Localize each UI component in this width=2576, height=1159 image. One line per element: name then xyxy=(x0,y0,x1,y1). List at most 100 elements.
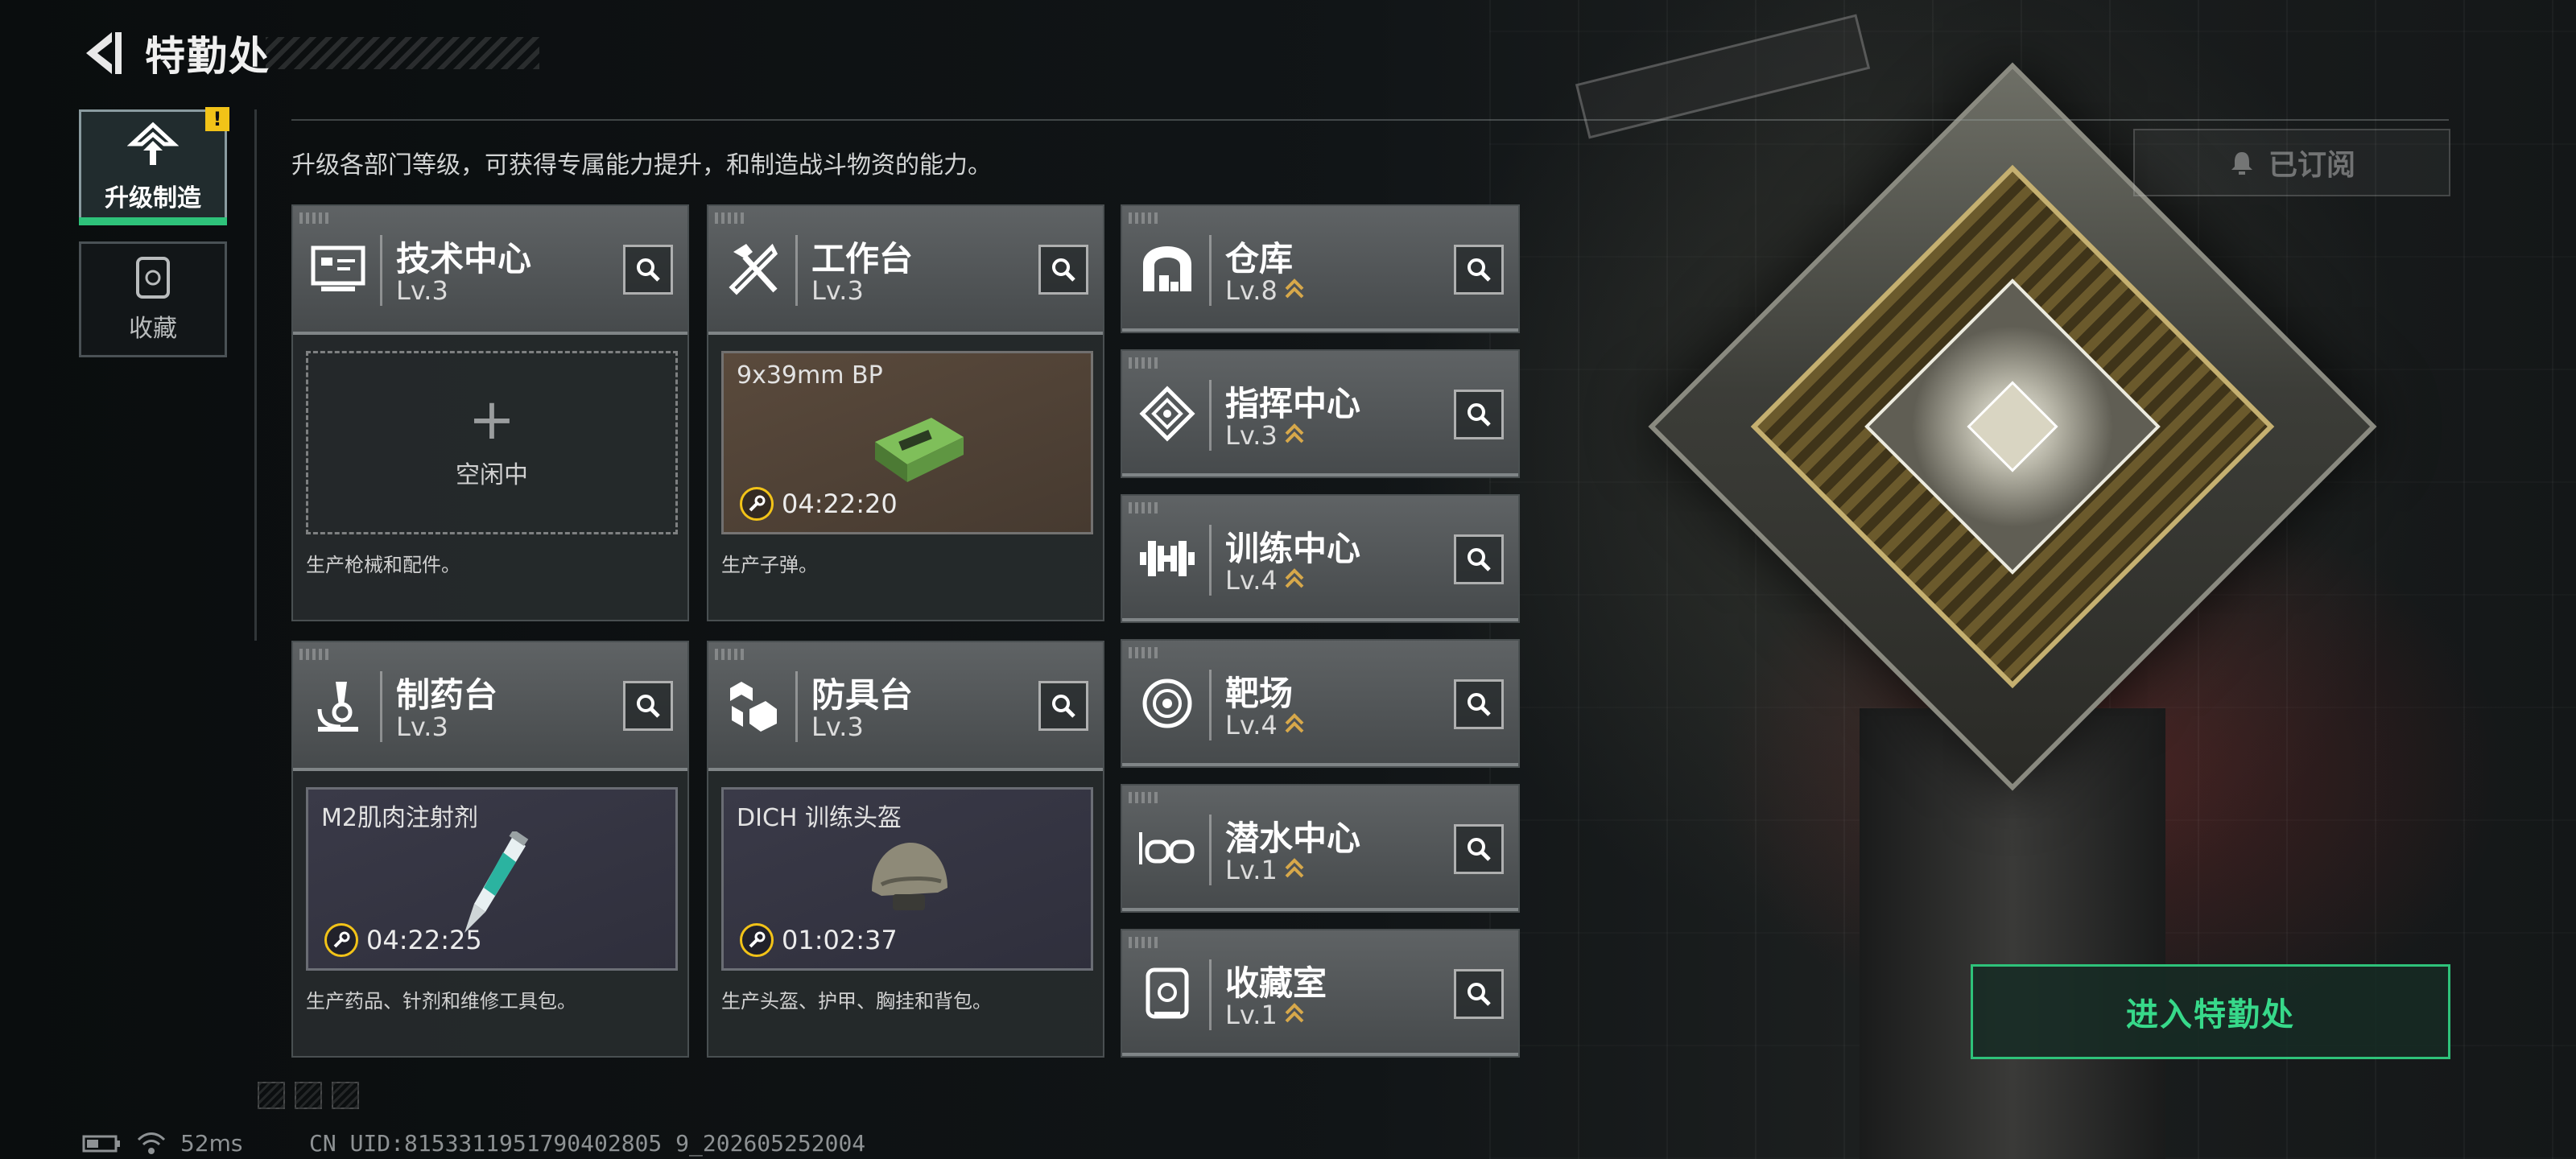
upgrade-icon xyxy=(127,122,179,165)
facility-card-armor-bench[interactable]: 防具台 Lv.3 DICH 训练头盔 01:02:37 生产头盔、护甲、胸挂和背… xyxy=(707,641,1104,1058)
facility-level: Lv.1 xyxy=(1225,855,1305,885)
production-slot[interactable]: DICH 训练头盔 01:02:37 xyxy=(721,787,1093,971)
page-description: 升级各部门等级，可获得专属能力提升，和制造战斗物资的能力。 xyxy=(291,151,992,179)
upgrade-chevron-icon xyxy=(1285,423,1304,443)
search-button[interactable] xyxy=(623,681,673,731)
command-icon xyxy=(1137,383,1198,444)
production-slot[interactable]: M2肌肉注射剂 04:22:25 xyxy=(306,787,678,971)
subscribed-button[interactable]: 已订阅 xyxy=(2133,129,2450,196)
facility-card-training-center[interactable]: 训练中心 Lv.4 xyxy=(1121,494,1520,623)
side-nav: ! 升级制造 收藏 xyxy=(79,107,229,373)
upgrade-chevron-icon xyxy=(1285,1003,1304,1023)
facility-description: 生产头盔、护甲、胸挂和背包。 xyxy=(721,990,992,1013)
facility-level: Lv.4 xyxy=(1225,565,1305,596)
card-header: 收藏室 Lv.1 xyxy=(1122,930,1518,1056)
search-button[interactable] xyxy=(1454,679,1504,729)
card-header: 工作台 Lv.3 xyxy=(708,206,1103,335)
target-icon xyxy=(1137,673,1198,734)
facility-card-workbench[interactable]: 工作台 Lv.3 9x39mm BP 04:22:20 生产子弹。 xyxy=(707,204,1104,621)
search-button[interactable] xyxy=(1454,824,1504,874)
upgrade-chevron-icon xyxy=(1285,713,1304,733)
search-icon xyxy=(1468,403,1491,427)
facility-level: Lv.3 xyxy=(396,711,448,742)
ping-value: 52ms xyxy=(180,1130,243,1157)
decoration-squares xyxy=(258,1082,359,1109)
header-separator xyxy=(380,671,382,742)
battery-icon xyxy=(82,1135,120,1152)
facility-name: 指挥中心 xyxy=(1225,384,1361,423)
enter-special-ops-button[interactable]: 进入特勤处 xyxy=(1971,964,2450,1059)
facility-level: Lv.3 xyxy=(811,275,864,306)
bell-icon xyxy=(2231,152,2252,175)
divider-line xyxy=(291,119,2449,121)
header: 特勤处 xyxy=(77,23,270,84)
search-icon xyxy=(1052,258,1075,282)
facility-name: 制药台 xyxy=(396,675,498,715)
header-separator xyxy=(795,235,798,306)
card-header: 技术中心 Lv.3 xyxy=(293,206,687,335)
search-button[interactable] xyxy=(1454,245,1504,295)
production-slot[interactable]: 9x39mm BP 04:22:20 xyxy=(721,351,1093,534)
search-button[interactable] xyxy=(623,245,673,295)
facility-name: 工作台 xyxy=(811,239,914,278)
search-icon xyxy=(1468,693,1491,716)
facility-level: Lv.3 xyxy=(811,711,864,742)
search-button[interactable] xyxy=(1038,681,1088,731)
facility-card-command-center[interactable]: 指挥中心 Lv.3 xyxy=(1121,349,1520,478)
facility-name: 训练中心 xyxy=(1225,529,1361,568)
facility-name: 收藏室 xyxy=(1225,963,1327,1003)
page-title: 特勤处 xyxy=(145,33,270,80)
card-header: 指挥中心 Lv.3 xyxy=(1122,351,1518,476)
back-arrow-icon[interactable] xyxy=(77,29,126,77)
wifi-icon xyxy=(137,1132,166,1154)
search-button[interactable] xyxy=(1454,534,1504,584)
search-button[interactable] xyxy=(1454,390,1504,439)
nav-upgrade-craft[interactable]: ! 升级制造 xyxy=(79,107,229,225)
dumbbell-icon xyxy=(1137,528,1198,589)
header-separator xyxy=(795,671,798,742)
facility-name: 技术中心 xyxy=(396,239,532,278)
facility-name: 仓库 xyxy=(1225,239,1294,278)
subscribed-label: 已订阅 xyxy=(2268,149,2355,182)
facility-card-tech-center[interactable]: 技术中心 Lv.3 + 空闲中 生产枪械和配件。 xyxy=(291,204,689,621)
search-button[interactable] xyxy=(1038,245,1088,295)
hammer-wrench-icon xyxy=(723,238,784,299)
facility-level: Lv.1 xyxy=(1225,1000,1305,1030)
armor-blocks-icon xyxy=(723,674,784,736)
facility-name: 靶场 xyxy=(1225,674,1294,713)
search-button[interactable] xyxy=(1454,969,1504,1019)
item-name: DICH 训练头盔 xyxy=(737,804,902,832)
idle-slot[interactable]: + 空闲中 xyxy=(306,351,678,534)
nav-collection[interactable]: 收藏 xyxy=(79,241,227,357)
facility-card-diving-center[interactable]: 潜水中心 Lv.1 xyxy=(1121,784,1520,913)
facility-level: Lv.4 xyxy=(1225,710,1305,740)
nav-divider xyxy=(254,109,257,641)
facility-card-shooting-range[interactable]: 靶场 Lv.4 xyxy=(1121,639,1520,768)
vault-icon xyxy=(1137,963,1198,1024)
syringe-icon xyxy=(464,831,529,933)
item-name: 9x39mm BP xyxy=(737,361,883,390)
upgrade-chevron-icon xyxy=(1285,278,1304,299)
card-header: 靶场 Lv.4 xyxy=(1122,641,1518,766)
search-icon xyxy=(1468,983,1491,1006)
card-header: 潜水中心 Lv.1 xyxy=(1122,786,1518,911)
facility-level: Lv.8 xyxy=(1225,275,1305,306)
facility-level: Lv.3 xyxy=(396,275,448,306)
wrench-timer-icon xyxy=(740,923,774,957)
facility-card-collection-room[interactable]: 收藏室 Lv.1 xyxy=(1121,929,1520,1058)
facility-description: 生产枪械和配件。 xyxy=(306,554,460,576)
search-icon xyxy=(1468,258,1491,282)
search-icon xyxy=(1468,838,1491,861)
header-separator xyxy=(1209,525,1212,596)
facility-card-pharmacy[interactable]: 制药台 Lv.3 M2肌肉注射剂 04:22:25 生产药品、针剂和维修工具包。 xyxy=(291,641,689,1058)
microscope-icon xyxy=(308,674,369,736)
search-icon xyxy=(1052,695,1075,718)
facility-description: 生产子弹。 xyxy=(721,554,818,576)
header-separator xyxy=(1209,815,1212,885)
header-separator xyxy=(1209,959,1212,1030)
facility-card-warehouse[interactable]: 仓库 Lv.8 xyxy=(1121,204,1520,333)
production-timer: 04:22:20 xyxy=(740,487,898,521)
status-bar: 52ms xyxy=(82,1130,243,1157)
search-icon xyxy=(1468,548,1491,571)
facility-name: 潜水中心 xyxy=(1225,819,1361,858)
